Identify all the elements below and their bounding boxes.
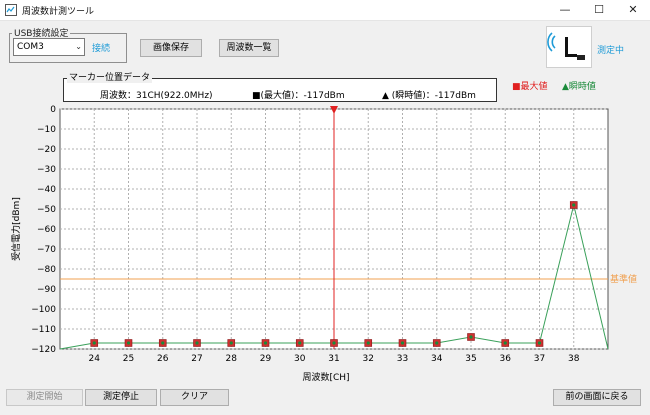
max-point [261,339,270,347]
max-point [193,339,201,347]
x-tick-label: 28 [226,354,238,364]
y-tick-label: −40 [37,185,56,195]
y-tick-label: −100 [31,305,56,315]
y-tick-label: −60 [37,225,56,235]
x-tick-label: 29 [260,354,272,364]
connect-link[interactable]: 接続 [92,41,110,54]
x-tick-label: 27 [191,354,202,364]
instant-point [572,203,576,207]
chevron-down-icon: ⌄ [75,42,82,51]
series-line-instant [59,204,609,350]
max-point [90,339,99,347]
x-tick-label: 37 [534,354,545,364]
instant-point [229,341,233,345]
minimize-button[interactable]: — [548,0,582,20]
y-tick-label: −70 [37,245,56,255]
y-tick-label: −50 [37,205,56,215]
max-point [398,339,407,347]
marker-max-value: ■(最大値)：-117dBm [252,91,345,101]
max-point [535,339,544,347]
app-icon [5,4,17,16]
signal-icon [547,32,585,60]
x-tick-label: 38 [568,354,580,364]
y-tick-label: −110 [31,325,56,335]
instant-point [469,335,473,339]
instant-point [537,341,542,345]
instant-point [126,341,131,345]
start-measure-button[interactable]: 測定開始 [6,389,83,406]
y-tick-label: −20 [37,145,56,155]
x-tick-label: 33 [397,354,408,364]
instant-point [332,341,336,345]
y-tick-label: −30 [37,165,56,175]
y-tick-label: −10 [37,125,56,135]
clear-button[interactable]: クリア [160,389,229,406]
instant-point [298,341,302,345]
y-tick-label: −80 [37,265,56,275]
y-tick-label: 0 [50,105,56,115]
x-tick-label: 24 [89,354,101,364]
frequency-list-button[interactable]: 周波数一覧 [219,39,279,57]
close-button[interactable]: ✕ [616,0,650,20]
max-point [330,339,338,347]
instant-point [161,341,165,345]
status-logo [546,26,592,68]
max-point [295,339,304,347]
save-image-button[interactable]: 画像保存 [140,39,202,57]
marker-instant-value: ▲ (瞬時値)：-117dBm [382,91,476,101]
max-point [364,339,373,347]
x-tick-label: 30 [294,354,306,364]
instant-point [400,341,405,345]
max-point [158,339,167,347]
y-tick-label: −120 [31,345,56,355]
x-axis-label: 周波数[CH] [302,371,349,383]
x-tick-label: 25 [123,354,134,364]
window-title: 周波数計測ツール [22,7,95,17]
instant-point [195,341,199,345]
max-point [432,339,441,347]
max-point [501,339,510,347]
instant-point [503,341,507,345]
plot-area [59,108,609,350]
max-point [124,339,133,347]
instant-point [435,341,439,345]
maximize-button[interactable]: ☐ [582,0,616,20]
x-tick-label: 34 [431,354,443,364]
reference-line-label: 基準値 [610,273,637,285]
x-tick-label: 26 [157,354,169,364]
stop-measure-button[interactable]: 測定停止 [85,389,157,406]
back-button[interactable]: 前の画面に戻る [553,389,641,406]
title-bar: 周波数計測ツール — ☐ ✕ [0,0,650,21]
y-axis-label: 受信電力[dBm] [10,197,22,261]
marker-position-label: マーカー位置データ [67,70,153,83]
instant-point [92,341,96,345]
port-select[interactable]: COM3 ⌄ [13,38,85,56]
x-tick-label: 31 [328,354,339,364]
marker-triangle-icon [330,106,338,114]
instant-point [366,341,370,345]
port-select-value: COM3 [17,42,44,52]
max-point [569,201,578,209]
max-point [467,333,475,341]
legend-max: ■最大値 [512,82,548,92]
max-point [227,339,236,347]
measuring-status: 測定中 [597,46,625,56]
x-tick-label: 32 [363,354,374,364]
legend-instant: ▲瞬時値 [562,82,596,92]
marker-frequency: 周波数：31CH(922.0MHz) [100,91,213,101]
x-tick-label: 35 [465,354,476,364]
x-tick-label: 36 [500,354,512,364]
y-tick-label: −90 [37,285,56,295]
instant-point [263,341,268,345]
